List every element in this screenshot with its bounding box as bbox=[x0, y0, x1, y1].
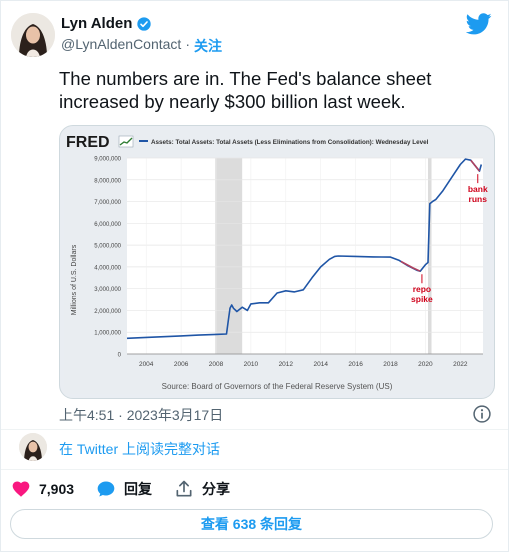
author-name-row: Lyn Alden bbox=[61, 15, 152, 32]
fred-logo: FRED bbox=[66, 134, 110, 151]
heart-icon bbox=[12, 481, 30, 497]
reader-avatar bbox=[19, 433, 47, 461]
fred-chart-svg: FRED Assets: Total Assets: Total Assets … bbox=[66, 134, 488, 391]
reply-bubble-icon bbox=[97, 481, 115, 497]
x-tick-label: 2014 bbox=[313, 361, 328, 368]
x-tick-label: 2020 bbox=[418, 361, 433, 368]
x-tick-label: 2018 bbox=[383, 361, 398, 368]
tweet-card: Lyn Alden @LynAldenContact · 关注 The numb… bbox=[0, 0, 509, 552]
read-full-conversation-link[interactable]: 在 Twitter 上阅读完整对话 bbox=[59, 439, 220, 459]
handle-separator: · bbox=[185, 36, 190, 52]
tweet-timestamp[interactable]: 上午4:51 · 2023年3月17日 bbox=[59, 405, 223, 425]
twitter-bird-icon[interactable] bbox=[466, 13, 492, 35]
reply-label: 回复 bbox=[124, 481, 153, 497]
like-button[interactable]: 7,903 bbox=[11, 479, 74, 499]
share-label: 分享 bbox=[202, 481, 231, 497]
reply-button[interactable]: 回复 bbox=[96, 479, 152, 499]
x-tick-label: 2012 bbox=[279, 361, 294, 368]
x-tick-label: 2016 bbox=[348, 361, 363, 368]
y-tick-label: 2,000,000 bbox=[94, 309, 121, 315]
recession-band bbox=[215, 158, 243, 354]
divider bbox=[1, 429, 508, 430]
x-tick-label: 2004 bbox=[139, 361, 154, 368]
annotation-label: bank bbox=[468, 184, 488, 194]
fred-logo-icon bbox=[118, 135, 134, 148]
chart-image-card[interactable]: FRED Assets: Total Assets: Total Assets … bbox=[59, 125, 495, 399]
share-upload-icon bbox=[176, 480, 192, 497]
y-tick-label: 0 bbox=[118, 353, 122, 359]
chart-title: Assets: Total Assets: Total Assets (Less… bbox=[151, 139, 429, 146]
y-tick-label: 7,000,000 bbox=[94, 200, 121, 206]
like-count: 7,903 bbox=[39, 481, 75, 497]
y-tick-label: 1,000,000 bbox=[94, 331, 121, 337]
x-tick-label: 2010 bbox=[244, 361, 259, 368]
follow-button[interactable]: 关注 bbox=[194, 36, 222, 56]
x-tick-label: 2008 bbox=[209, 361, 224, 368]
author-avatar[interactable] bbox=[11, 13, 55, 57]
author-handle[interactable]: @LynAldenContact bbox=[61, 36, 181, 56]
x-tick-label: 2006 bbox=[174, 361, 189, 368]
view-replies-button[interactable]: 查看 638 条回复 bbox=[10, 509, 493, 539]
action-bar: 7,903 回复 分享 bbox=[11, 479, 252, 499]
y-tick-label: 3,000,000 bbox=[94, 287, 121, 293]
tweet-text: The numbers are in. The Fed's balance sh… bbox=[59, 68, 432, 112]
annotation-label: spike bbox=[411, 294, 433, 304]
annotation-label: repo bbox=[413, 284, 431, 294]
divider bbox=[1, 469, 508, 470]
y-tick-label: 9,000,000 bbox=[94, 157, 121, 163]
y-tick-label: 6,000,000 bbox=[94, 222, 121, 228]
share-button[interactable]: 分享 bbox=[174, 479, 230, 499]
verified-badge-icon bbox=[137, 16, 152, 31]
chart-ylabel: Millions of U.S. Dollars bbox=[71, 244, 78, 315]
annotation-label: runs bbox=[469, 194, 488, 204]
y-tick-label: 8,000,000 bbox=[94, 178, 121, 184]
y-tick-label: 4,000,000 bbox=[94, 265, 121, 271]
author-name[interactable]: Lyn Alden bbox=[61, 15, 132, 32]
y-tick-label: 5,000,000 bbox=[94, 244, 121, 250]
x-tick-label: 2022 bbox=[453, 361, 468, 368]
chart-source: Source: Board of Governors of the Federa… bbox=[162, 382, 393, 391]
fred-chart: FRED Assets: Total Assets: Total Assets … bbox=[64, 130, 490, 394]
info-icon[interactable] bbox=[472, 404, 492, 424]
author-handle-row: @LynAldenContact · 关注 bbox=[61, 36, 222, 56]
